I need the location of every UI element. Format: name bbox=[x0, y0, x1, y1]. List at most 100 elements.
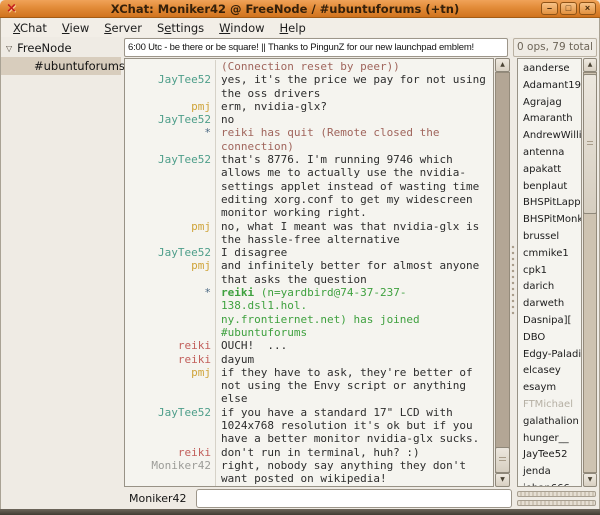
menu-window[interactable]: Window bbox=[212, 19, 272, 37]
user-list-item[interactable]: elcasey bbox=[518, 363, 581, 380]
message-nick: pmj bbox=[125, 220, 215, 247]
user-list-item[interactable]: Dasnipa][ bbox=[518, 313, 581, 330]
chat-message: JayTee52if you have a standard 17" LCD w… bbox=[125, 406, 493, 446]
userlist-scroll-up-button[interactable]: ▲ bbox=[583, 58, 597, 72]
throttle-meter bbox=[517, 500, 596, 506]
chat-message: pmjwikipedia sucks! bbox=[125, 486, 493, 488]
user-list-item[interactable]: DBO bbox=[518, 330, 581, 347]
user-list-item[interactable]: cmmike1 bbox=[518, 246, 581, 263]
chat-scrollbar-trough[interactable] bbox=[495, 72, 510, 473]
message-text: wikipedia sucks! bbox=[215, 486, 489, 488]
chat-message: JayTee52I disagree bbox=[125, 246, 493, 259]
message-text: reiki has quit (Remote closed the connec… bbox=[215, 126, 489, 153]
menu-server[interactable]: Server bbox=[97, 19, 150, 37]
user-list-item[interactable]: johan666 bbox=[518, 481, 581, 487]
expander-icon[interactable]: ▽ bbox=[6, 41, 12, 57]
nickname-button[interactable]: Moniker42 bbox=[129, 492, 187, 505]
user-list-item[interactable]: jenda bbox=[518, 464, 581, 481]
maximize-icon: □ bbox=[561, 3, 576, 14]
title-bar: × XChat: Moniker42 @ FreeNode / #ubuntuf… bbox=[0, 0, 600, 18]
message-text: and infinitely better for almost anyone … bbox=[215, 259, 489, 286]
user-list-item[interactable]: cpk1 bbox=[518, 263, 581, 280]
user-list-item[interactable]: benplaut bbox=[518, 179, 581, 196]
menu-help[interactable]: Help bbox=[273, 19, 314, 37]
chat-message: pmjif they have to ask, they're better o… bbox=[125, 366, 493, 406]
userlist-scroll-down-button[interactable]: ▼ bbox=[583, 473, 597, 487]
user-list-item[interactable]: darich bbox=[518, 279, 581, 296]
channel-tree-item-ubuntuforums[interactable]: #ubuntuforums bbox=[1, 57, 121, 75]
message-text: if they have to ask, they're better of n… bbox=[215, 366, 489, 406]
chat-message: JayTee52yes, it's the price we pay for n… bbox=[125, 73, 493, 100]
user-list-item[interactable]: BHSPitLappy bbox=[518, 195, 581, 212]
message-nick: reiki bbox=[125, 353, 215, 366]
user-list-item[interactable]: Edgy-Paladin bbox=[518, 347, 581, 364]
user-list-item[interactable]: apakatt bbox=[518, 162, 581, 179]
chat-message: pmjno, what I meant was that nvidia-glx … bbox=[125, 220, 493, 247]
window-title: XChat: Moniker42 @ FreeNode / #ubuntufor… bbox=[40, 0, 530, 18]
user-list-item[interactable]: darweth bbox=[518, 296, 581, 313]
userlist-scrollbar-thumb[interactable] bbox=[583, 74, 597, 214]
chat-scrollbar-thumb[interactable] bbox=[495, 447, 510, 473]
chat-message: JayTee52that's 8776. I'm running 9746 wh… bbox=[125, 153, 493, 219]
message-text: right, nobody say anything they don't wa… bbox=[215, 459, 489, 486]
message-nick: JayTee52 bbox=[125, 246, 215, 259]
user-list: aanderseAdamant198AgrajagAmaranthAndrewW… bbox=[517, 58, 582, 487]
user-list-item[interactable]: Amaranth bbox=[518, 111, 581, 128]
message-text: (Connection reset by peer)) bbox=[215, 60, 489, 73]
message-text: no bbox=[215, 113, 489, 126]
message-nick: pmj bbox=[125, 486, 215, 488]
chat-message: reikiOUCH! ... bbox=[125, 339, 493, 352]
chat-message: pmjerm, nvidia-glx? bbox=[125, 100, 493, 113]
menu-bar: XChatViewServerSettingsWindowHelp bbox=[1, 18, 599, 37]
close-button[interactable]: × bbox=[579, 2, 596, 15]
user-list-item[interactable]: hunger__ bbox=[518, 431, 581, 448]
chat-scrollbar[interactable]: ▲ ▼ bbox=[495, 58, 510, 487]
message-nick: JayTee52 bbox=[125, 406, 215, 446]
minimize-button[interactable]: – bbox=[541, 2, 558, 15]
xchat-window: × XChat: Moniker42 @ FreeNode / #ubuntuf… bbox=[0, 0, 600, 515]
user-list-item[interactable]: AndrewWillian bbox=[518, 128, 581, 145]
menu-settings[interactable]: Settings bbox=[150, 19, 212, 37]
chat-area: (Connection reset by peer))JayTee52yes, … bbox=[124, 58, 494, 487]
chat-message: (Connection reset by peer)) bbox=[125, 60, 493, 73]
xchat-app-icon[interactable]: × bbox=[6, 0, 17, 18]
user-list-item[interactable]: FTMichael bbox=[518, 397, 581, 414]
message-text: yes, it's the price we pay for not using… bbox=[215, 73, 489, 100]
chat-message: reikidon't run in terminal, huh? :) bbox=[125, 446, 493, 459]
user-list-item[interactable]: galathalion bbox=[518, 414, 581, 431]
user-list-item[interactable]: brussel bbox=[518, 229, 581, 246]
server-tree-item-freenode[interactable]: ▽FreeNode bbox=[3, 40, 120, 56]
message-text: OUCH! ... bbox=[215, 339, 489, 352]
message-input[interactable] bbox=[196, 489, 512, 508]
maximize-button[interactable]: □ bbox=[560, 2, 577, 15]
user-list-item[interactable]: aanderse bbox=[518, 61, 581, 78]
message-text: I disagree bbox=[215, 246, 489, 259]
message-nick: * bbox=[125, 286, 215, 339]
message-nick: JayTee52 bbox=[125, 113, 215, 126]
message-nick: JayTee52 bbox=[125, 73, 215, 100]
user-list-item[interactable]: JayTee52 bbox=[518, 447, 581, 464]
chat-scroll-down-button[interactable]: ▼ bbox=[495, 473, 510, 487]
user-list-item[interactable]: esaym bbox=[518, 380, 581, 397]
window-controls: – □ × bbox=[541, 2, 596, 15]
user-list-item[interactable]: Agrajag bbox=[518, 95, 581, 112]
pane-resize-handle[interactable] bbox=[511, 245, 515, 317]
bottom-window-edge bbox=[0, 509, 600, 515]
user-list-item[interactable]: BHSPitMonke bbox=[518, 212, 581, 229]
message-text: erm, nvidia-glx? bbox=[215, 100, 489, 113]
message-nick: pmj bbox=[125, 366, 215, 406]
menu-view[interactable]: View bbox=[55, 19, 97, 37]
chat-message: JayTee52no bbox=[125, 113, 493, 126]
chat-message: reikidayum bbox=[125, 353, 493, 366]
menu-xchat[interactable]: XChat bbox=[6, 19, 55, 37]
user-list-item[interactable]: Adamant198 bbox=[518, 78, 581, 95]
close-icon: × bbox=[580, 3, 595, 14]
user-list-item[interactable]: antenna bbox=[518, 145, 581, 162]
userlist-scrollbar[interactable]: ▲ ▼ bbox=[583, 58, 597, 487]
message-text: no, what I meant was that nvidia-glx is … bbox=[215, 220, 489, 247]
chat-scroll-up-button[interactable]: ▲ bbox=[495, 58, 510, 72]
ops-count-label: 0 ops, 79 total bbox=[513, 38, 597, 57]
topic-input[interactable] bbox=[124, 38, 508, 57]
message-text: dayum bbox=[215, 353, 489, 366]
chat-message: *reiki (n=yardbird@74-37-237-138.dsl1.ho… bbox=[125, 286, 493, 339]
